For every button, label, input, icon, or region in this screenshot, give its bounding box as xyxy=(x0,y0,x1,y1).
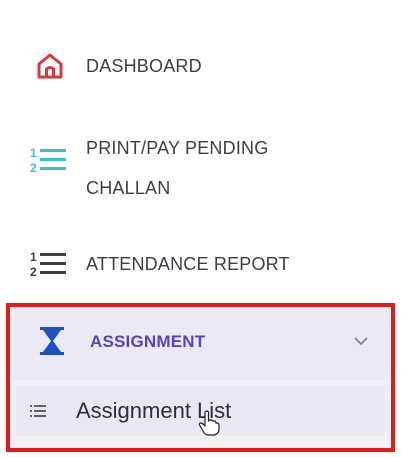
numbered-list-icon: 1 2 xyxy=(28,144,68,176)
sidebar-nav: DASHBOARD 1 2 PRINT/PAY PENDING CHALLAN … xyxy=(0,0,401,457)
svg-text:2: 2 xyxy=(30,161,37,175)
home-icon xyxy=(30,50,70,82)
label-line-1: PRINT/PAY PENDING xyxy=(86,138,269,158)
chevron-down-icon[interactable] xyxy=(353,333,369,349)
svg-text:2: 2 xyxy=(30,265,37,279)
svg-text:1: 1 xyxy=(30,146,37,160)
sidebar-item-label: PRINT/PAY PENDING CHALLAN xyxy=(86,128,268,208)
pointer-cursor-icon xyxy=(198,410,220,436)
hourglass-icon xyxy=(32,325,72,357)
list-icon xyxy=(30,403,46,419)
svg-text:1: 1 xyxy=(30,250,37,264)
numbered-list-icon: 1 2 xyxy=(28,248,68,280)
sidebar-item-label: ATTENDANCE REPORT xyxy=(86,254,290,274)
sidebar-item-assignment[interactable]: ASSIGNMENT xyxy=(10,307,391,380)
label-line-2: CHALLAN xyxy=(86,178,171,198)
sidebar-item-label: DASHBOARD xyxy=(86,56,202,76)
sidebar-item-label: ASSIGNMENT xyxy=(90,332,206,351)
